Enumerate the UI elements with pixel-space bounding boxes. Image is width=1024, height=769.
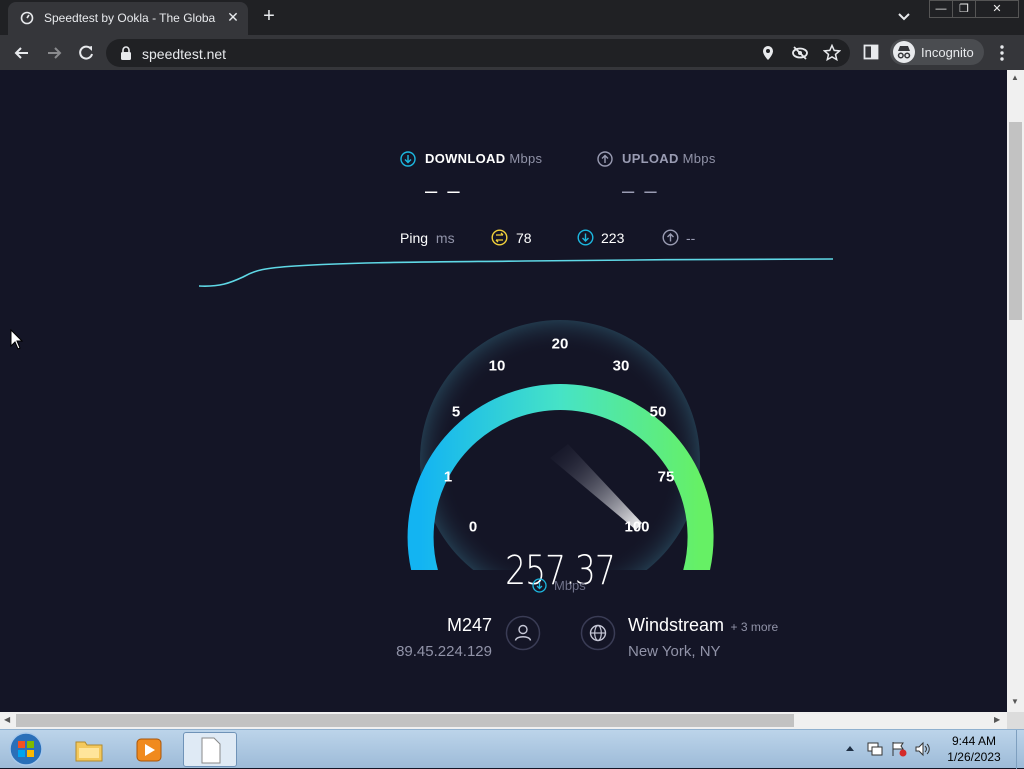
upload-unit: Mbps [682,151,716,166]
ping-unit: ms [435,230,455,246]
incognito-icon [893,41,915,63]
scroll-right-arrow-icon[interactable]: ▶ [994,715,1000,724]
windows-taskbar: 9:44 AM 1/26/2023 [0,729,1024,769]
location-pin-icon[interactable] [761,45,775,61]
vertical-scrollbar[interactable]: ▲ ▼ [1007,70,1024,712]
speed-download-icon [532,578,547,593]
scroll-up-arrow-icon[interactable]: ▲ [1011,73,1019,82]
download-unit: Mbps [509,151,543,166]
server-location: New York, NY [628,643,721,660]
url-text: speedtest.net [142,46,227,62]
tab-title: Speedtest by Ookla - The Global [44,11,216,25]
minimize-button[interactable]: — [929,0,953,18]
mouse-cursor-icon [10,329,24,350]
scrollbar-corner [1007,712,1024,729]
show-desktop-button[interactable] [1016,730,1024,769]
show-hidden-icons-chevron-icon[interactable] [845,744,855,752]
download-icon [400,151,416,167]
speedtest-favicon-icon [20,11,34,25]
taskbar-media-player[interactable] [122,732,176,767]
gauge-label-30: 30 [612,357,630,375]
gauge-label-1: 1 [443,468,453,486]
gauge-label-10: 10 [488,357,506,375]
document-icon [201,737,221,764]
gauge-label-0: 0 [468,518,478,536]
address-bar[interactable]: speedtest.net [106,39,850,67]
start-button-windows-icon[interactable] [6,731,46,767]
gauge-label-20: 20 [551,335,569,353]
side-panel-icon[interactable] [863,44,879,60]
horizontal-scrollbar-thumb[interactable] [16,714,794,727]
ping-upload-icon [662,229,679,246]
scroll-left-arrow-icon[interactable]: ◀ [4,715,10,724]
bookmark-star-icon[interactable] [823,44,841,62]
reload-icon[interactable] [75,42,97,64]
speed-graph-line [198,258,834,287]
speedtest-page: DOWNLOAD Mbps – – UPLOAD Mbps – – Ping m… [0,70,1007,712]
clock-time: 9:44 AM [951,734,997,748]
lock-icon[interactable] [120,46,132,60]
folder-icon [75,741,103,762]
ping-upload-value: -- [686,230,696,246]
media-player-icon [136,738,162,762]
browser-tab-speedtest[interactable]: Speedtest by Ookla - The Global ✕ [8,2,248,35]
back-icon[interactable] [11,42,33,64]
new-tab-icon[interactable]: + [258,6,280,28]
restore-button[interactable]: ❐ [952,0,976,18]
more-menu-icon[interactable] [996,44,1008,62]
taskbar-active-app[interactable] [183,732,237,767]
upload-label: UPLOAD [622,151,679,166]
ip-address: 89.45.224.129 [396,643,492,660]
ping-label: Ping [400,230,429,246]
download-header: DOWNLOAD Mbps [425,151,542,166]
upload-icon [597,151,613,167]
forward-icon[interactable] [43,42,65,64]
scroll-down-arrow-icon[interactable]: ▼ [1011,697,1019,706]
gauge-label-5: 5 [451,403,461,421]
browser-toolbar: speedtest.net Incognito [0,35,1024,70]
close-window-button[interactable]: ✕ [975,0,1019,18]
server-globe-icon[interactable] [580,615,616,651]
incognito-label: Incognito [921,45,974,60]
action-center-flag-icon[interactable] [890,741,908,757]
server-more-link[interactable]: + 3 more [730,620,778,634]
ping-download-icon [577,229,594,246]
ping-label-group: Ping ms [400,230,455,246]
gauge-label-100: 100 [624,518,650,536]
upload-value: – – [622,178,659,203]
vertical-scrollbar-thumb[interactable] [1009,122,1022,320]
network-icon[interactable] [866,741,884,757]
download-value: – – [425,178,462,203]
isp-name: M247 [446,615,492,635]
ping-idle-icon [491,229,508,246]
upload-header: UPLOAD Mbps [622,151,716,166]
taskbar-explorer[interactable] [62,732,116,767]
taskbar-clock[interactable]: 9:44 AM 1/26/2023 [938,733,1010,765]
ping-download-value: 223 [601,230,625,246]
speed-unit: Mbps [554,578,586,593]
server-name: Windstream [628,615,725,635]
user-avatar-icon[interactable] [505,615,541,651]
download-label: DOWNLOAD [425,151,506,166]
gauge-label-75: 75 [657,468,675,486]
gauge-label-50: 50 [649,403,667,421]
volume-icon[interactable] [914,741,932,757]
tracking-blocked-eye-icon[interactable] [791,45,809,61]
ping-idle-value: 78 [516,230,532,246]
server-name-group: Windstream + 3 more [628,615,778,636]
clock-date: 1/26/2023 [947,750,1001,764]
horizontal-scrollbar[interactable]: ◀ ▶ [0,712,1007,729]
tab-close-icon[interactable]: ✕ [224,8,242,26]
incognito-profile-button[interactable]: Incognito [890,39,984,65]
tab-search-chevron-icon[interactable] [894,8,914,26]
tab-strip: Speedtest by Ookla - The Global ✕ + — ❐ … [0,0,1024,35]
